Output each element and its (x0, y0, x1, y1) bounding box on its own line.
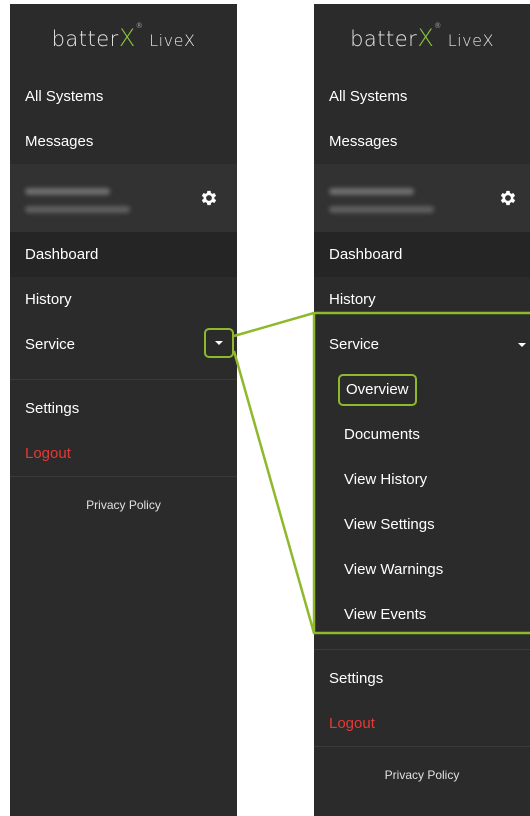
menu-item-messages[interactable]: Messages (10, 119, 237, 164)
menu-item-messages[interactable]: Messages (314, 119, 530, 164)
menu-item-history[interactable]: History (314, 277, 530, 322)
service-expand-button[interactable] (204, 328, 234, 358)
submenu-item-view-warnings[interactable]: View Warnings (314, 547, 530, 592)
app-logo: batterX®LiveX (51, 22, 196, 52)
divider (10, 379, 237, 380)
menu-item-dashboard[interactable]: Dashboard (314, 232, 530, 277)
chevron-down-icon[interactable] (518, 343, 526, 347)
callout-line-top (233, 311, 315, 338)
chevron-down-icon (215, 341, 223, 345)
app-logo: batterX®LiveX (350, 22, 494, 52)
system-name-redacted (25, 206, 130, 213)
divider (314, 649, 530, 650)
submenu-item-view-history[interactable]: View History (314, 457, 530, 502)
menu-item-logout[interactable]: Logout (10, 431, 237, 476)
callout-line-bottom (232, 350, 316, 634)
menu-item-settings[interactable]: Settings (10, 386, 237, 431)
menu-item-settings[interactable]: Settings (314, 656, 530, 701)
privacy-policy-link[interactable]: Privacy Policy (10, 477, 237, 533)
menu-item-dashboard[interactable]: Dashboard (10, 232, 237, 277)
gear-icon[interactable] (199, 188, 219, 208)
submenu-item-view-events[interactable]: View Events (314, 592, 530, 637)
system-selector[interactable] (314, 164, 530, 232)
submenu-item-overview[interactable]: Overview (314, 367, 530, 412)
menu-item-all-systems[interactable]: All Systems (314, 74, 530, 119)
menu-item-service[interactable]: Service (314, 322, 530, 367)
menu-item-service[interactable]: Service (10, 322, 237, 367)
system-id-redacted (25, 188, 110, 195)
system-name-redacted (329, 206, 434, 213)
menu-item-all-systems[interactable]: All Systems (10, 74, 237, 119)
nav-drawer-expanded: batterX®LiveX All Systems Messages Dashb… (314, 4, 530, 816)
menu-item-logout[interactable]: Logout (314, 701, 530, 746)
system-selector[interactable] (10, 164, 237, 232)
system-id-redacted (329, 188, 414, 195)
privacy-policy-link[interactable]: Privacy Policy (314, 747, 530, 803)
nav-drawer-collapsed: batterX®LiveX All Systems Messages Dashb… (10, 4, 237, 816)
menu-item-history[interactable]: History (10, 277, 237, 322)
gear-icon[interactable] (498, 188, 518, 208)
submenu-item-view-settings[interactable]: View Settings (314, 502, 530, 547)
submenu-item-documents[interactable]: Documents (314, 412, 530, 457)
